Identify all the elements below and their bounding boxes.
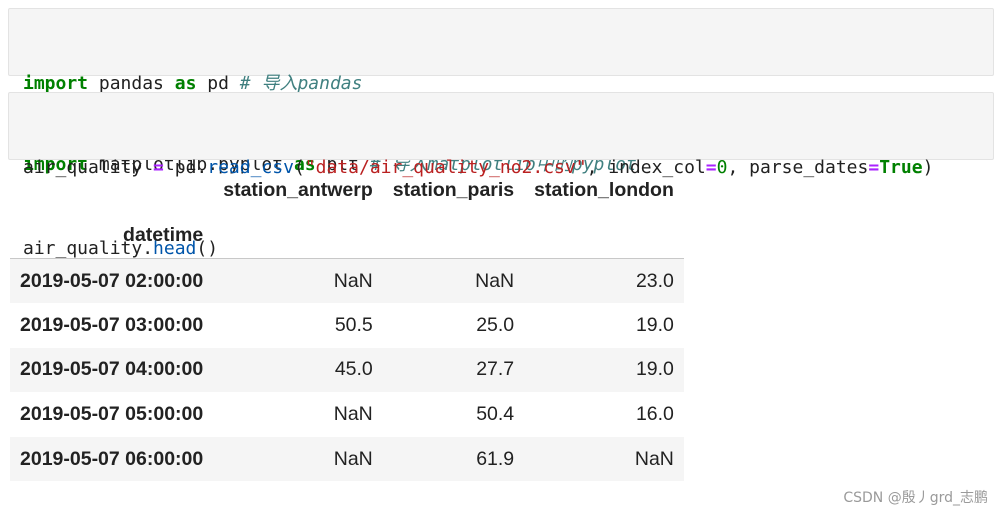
code-token: as xyxy=(174,73,197,94)
row-index: 2019-05-07 02:00:00 xyxy=(20,269,204,292)
index-name-blank xyxy=(383,212,524,259)
table-cell: 16.0 xyxy=(635,403,674,426)
dataframe-output: station_antwerp station_paris station_lo… xyxy=(10,168,684,482)
column-header: station_antwerp xyxy=(223,178,373,201)
table-cell: 23.0 xyxy=(635,269,674,292)
table-row: 2019-05-07 03:00:00 50.5 25.0 19.0 xyxy=(10,303,684,348)
table-row: 2019-05-07 06:00:00 NaN 61.9 NaN xyxy=(10,436,684,482)
code-token: True xyxy=(879,157,923,178)
code-token: pandas xyxy=(88,73,175,94)
table-row: 2019-05-07 05:00:00 NaN 50.4 16.0 xyxy=(10,392,684,437)
table-cell: 50.4 xyxy=(476,403,515,426)
column-header-row: station_antwerp station_paris station_lo… xyxy=(10,168,684,212)
table-cell: 27.7 xyxy=(476,358,515,381)
table-cell: 19.0 xyxy=(635,313,674,336)
code-token: ) xyxy=(922,157,934,178)
table-cell: NaN xyxy=(333,447,373,470)
code-token: # 导入pandas xyxy=(239,73,363,94)
column-header: station_london xyxy=(534,178,674,201)
index-name-row: datetime xyxy=(10,212,684,259)
table-cell: NaN xyxy=(634,447,674,470)
row-index: 2019-05-07 04:00:00 xyxy=(20,358,204,381)
table-cell: NaN xyxy=(333,403,373,426)
index-name-blank xyxy=(524,212,684,259)
header-blank xyxy=(10,168,213,212)
code-token: 0 xyxy=(716,157,728,178)
table-cell: NaN xyxy=(475,269,515,292)
code-token: = xyxy=(705,157,717,178)
code-cell-imports[interactable]: import pandas as pd # 导入pandas import ma… xyxy=(8,8,994,175)
row-index: 2019-05-07 05:00:00 xyxy=(20,403,204,426)
code-token: pd xyxy=(196,73,240,94)
table-cell: 61.9 xyxy=(476,447,515,470)
row-index: 2019-05-07 06:00:00 xyxy=(20,447,204,470)
code-token: , parse_dates xyxy=(727,157,869,178)
code-token: import xyxy=(23,73,89,94)
watermark: CSDN @殷丿grd_志鹏 xyxy=(843,490,988,506)
table-cell: NaN xyxy=(333,269,373,292)
table-row: 2019-05-07 04:00:00 45.0 27.7 19.0 xyxy=(10,347,684,393)
table-cell: 19.0 xyxy=(635,358,674,381)
column-header: station_paris xyxy=(392,178,515,201)
code-cell-read-csv[interactable]: air_quality = pd.read_csv("data/air_qual… xyxy=(8,92,994,259)
index-name-blank xyxy=(213,212,383,259)
table-cell: 45.0 xyxy=(334,358,373,381)
code-token: = xyxy=(868,157,880,178)
index-name: datetime xyxy=(123,223,204,246)
table-cell: 50.5 xyxy=(334,313,373,336)
table-row: 2019-05-07 02:00:00 NaN NaN 23.0 xyxy=(10,258,684,304)
row-index: 2019-05-07 03:00:00 xyxy=(20,313,204,336)
table-cell: 25.0 xyxy=(476,313,515,336)
